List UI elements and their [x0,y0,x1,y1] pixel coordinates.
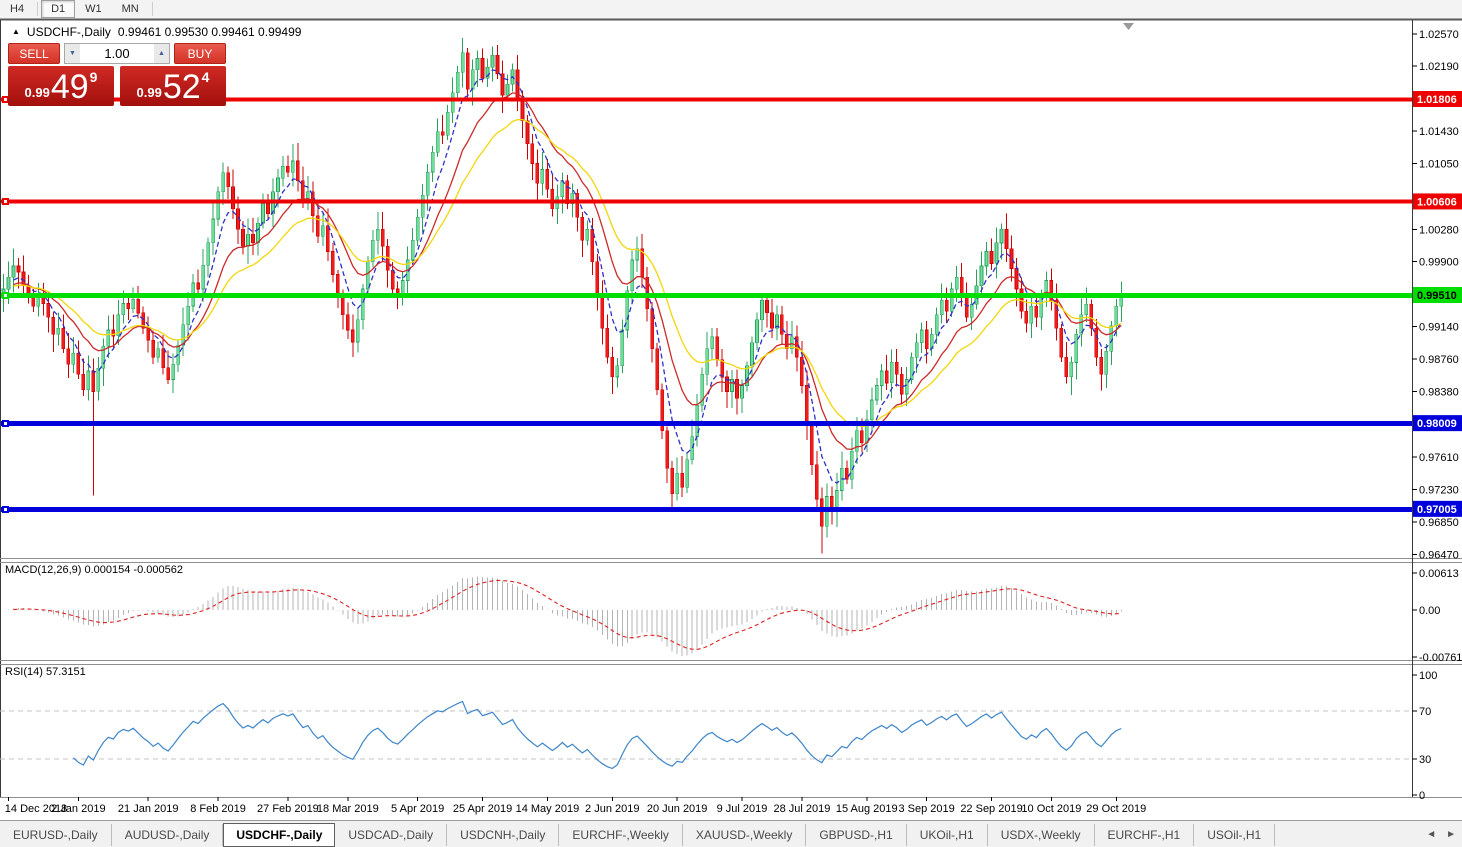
price-axis-tick-label: 0.99140 [1419,322,1459,334]
tab-gbpusd-h1[interactable]: GBPUSD-,H1 [806,823,907,846]
tab-usdcnh-daily[interactable]: USDCNH-,Daily [447,823,560,846]
level-price-tag-text: 0.97005 [1417,504,1457,516]
date-axis-label: 3 Sep 2019 [899,803,955,815]
collapse-triangle-icon[interactable]: ▲ [12,28,20,36]
macd-axis-label: 0.00613 [1419,568,1459,580]
level-handle-dot [4,98,7,101]
price-axis-tick-label: 0.99900 [1419,257,1459,269]
date-axis-label: 27 Feb 2019 [257,803,319,815]
timeframe-toolbar: H4 D1 W1 MN [0,0,1462,19]
tab-usdchf-daily[interactable]: USDCHF-,Daily [223,822,336,847]
tab-eurchf-h1[interactable]: EURCHF-,H1 [1095,823,1195,846]
timeframe-w1-button[interactable]: W1 [75,0,112,18]
lot-size-input[interactable] [80,44,154,63]
buy-price-big: 52 [162,68,201,106]
tab-xauusd-weekly[interactable]: XAUUSD-,Weekly [683,823,807,846]
chart-title: ▲ USDCHF-,Daily 0.99461 0.99530 0.99461 … [12,25,301,39]
date-axis-label: 5 Apr 2019 [391,803,444,815]
sell-price-tile[interactable]: 0.99 49 9 [8,66,114,106]
price-axis-tick-label: 0.96850 [1419,517,1459,529]
price-axis-tick-label: 0.97610 [1419,452,1459,464]
date-axis-label: 15 Aug 2019 [836,803,898,815]
price-axis-tick-label: 1.02190 [1419,61,1459,73]
level-handle-dot [4,422,7,425]
price-axis-tick-label: 1.01430 [1419,126,1459,138]
tabs-scroll-left-icon[interactable]: ◄ [1426,829,1436,840]
sell-price-big: 49 [50,68,89,106]
date-axis-label: 2 Jun 2019 [585,803,639,815]
date-axis-label: 10 Oct 2019 [1021,803,1081,815]
price-axis-tick-label: 1.01050 [1419,159,1459,171]
date-axis-label: 18 Mar 2019 [317,803,379,815]
level-handle-dot [4,508,7,511]
tab-eurusd-daily[interactable]: EURUSD-,Daily [0,823,112,846]
price-axis-tick-label: 0.98760 [1419,354,1459,366]
buy-price-prefix: 0.99 [136,85,162,100]
lot-decrease-icon[interactable]: ▼ [65,44,80,63]
date-axis-label: 22 Sep 2019 [960,803,1022,815]
chart-canvas[interactable]: 1.025701.021901.014301.010501.002800.999… [0,0,1462,847]
date-axis-label: 9 Jul 2019 [717,803,768,815]
buy-button[interactable]: BUY [174,43,226,64]
rsi-axis-label: 70 [1419,706,1431,718]
tab-ukoil-h1[interactable]: UKOil-,H1 [907,823,988,846]
macd-axis-label: -0.007612 [1419,652,1462,664]
date-axis-label: 14 May 2019 [516,803,580,815]
rsi-axis-label: 0 [1419,790,1425,802]
terminal-window: H4 D1 W1 MN 1.02570 1.02190 1.01430 1.01050… [0,0,1462,847]
date-axis-label: 2 Jan 2019 [51,803,105,815]
chart-symbol-period: USDCHF-,Daily [26,25,111,39]
rsi-label: RSI(14) 57.3151 [5,666,86,678]
ma-slow-line [13,118,1122,428]
price-axis-tick-label: 1.00280 [1419,224,1459,236]
rsi-line [72,700,1122,770]
rsi-axis-label: 100 [1419,670,1437,682]
ma-mid-line [13,92,1122,450]
tab-audusd-daily[interactable]: AUDUSD-,Daily [112,823,224,846]
timeframe-d1-button[interactable]: D1 [41,0,76,18]
level-price-tag-text: 0.99510 [1417,290,1457,302]
chart-tabs-bar: EURUSD-,Daily AUDUSD-,Daily USDCHF-,Dail… [0,820,1462,847]
price-axis-tick-label: 1.02570 [1419,29,1459,41]
buy-price-tile[interactable]: 0.99 52 4 [120,66,226,106]
sell-price-pip: 9 [89,69,98,85]
chart-shift-marker-icon[interactable] [1123,23,1134,30]
lot-size-stepper: ▼ ▲ [64,43,170,64]
date-axis-label: 25 Apr 2019 [453,803,512,815]
macd-histogram [7,576,1122,656]
price-axis-tick-label: 0.98380 [1419,387,1459,399]
one-click-trade-panel: SELL ▼ ▲ BUY 0.99499 0.99524 [8,43,226,106]
date-axis-label: 21 Jan 2019 [118,803,179,815]
level-price-tag-text: 0.98009 [1417,418,1457,430]
level-price-tag-text: 1.01806 [1417,94,1457,106]
date-axis-label: 8 Feb 2019 [190,803,246,815]
timeframe-h4-button[interactable]: H4 [0,0,34,18]
lot-increase-icon[interactable]: ▲ [154,44,169,63]
buy-price-pip: 4 [201,69,210,85]
tab-usoil-h1[interactable]: USOil-,H1 [1194,823,1276,846]
rsi-axis-label: 30 [1419,754,1431,766]
timeframe-mn-button[interactable]: MN [112,0,149,18]
macd-axis-label: 0.00 [1419,605,1440,617]
date-axis-label: 29 Oct 2019 [1086,803,1146,815]
price-axis-tick-label: 0.97230 [1419,485,1459,497]
date-axis-label: 28 Jul 2019 [773,803,830,815]
level-handle-dot [4,294,7,297]
tabs-scroll-right-icon[interactable]: ► [1446,829,1456,840]
level-handle-dot [4,200,7,203]
date-axis-label: 20 Jun 2019 [647,803,708,815]
tab-usdcad-daily[interactable]: USDCAD-,Daily [335,823,448,846]
toolbar-separator [37,2,39,16]
chart-ohlc-values: 0.99461 0.99530 0.99461 0.99499 [117,25,302,39]
sell-price-prefix: 0.99 [24,85,50,100]
sell-button[interactable]: SELL [8,43,60,64]
tab-eurchf-weekly[interactable]: EURCHF-,Weekly [559,823,683,846]
level-price-tag-text: 1.00606 [1417,196,1457,208]
macd-label: MACD(12,26,9) 0.000154 -0.000562 [5,564,183,576]
tab-usdx-weekly[interactable]: USDX-,Weekly [988,823,1095,846]
toolbar-separator [151,2,153,16]
price-axis-tick-label: 0.96470 [1419,550,1459,562]
